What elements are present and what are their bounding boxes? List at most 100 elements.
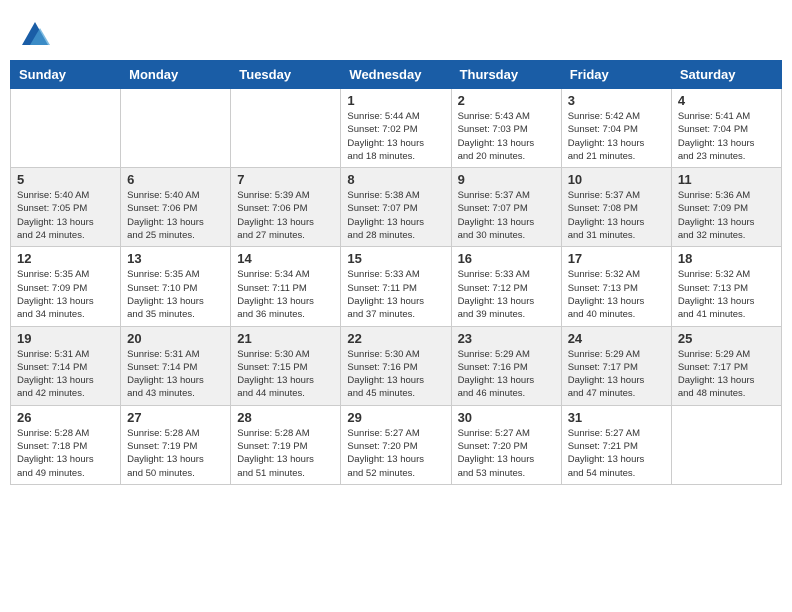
day-number: 16 — [458, 251, 555, 266]
day-number: 8 — [347, 172, 444, 187]
day-number: 27 — [127, 410, 224, 425]
day-number: 5 — [17, 172, 114, 187]
calendar-cell: 15Sunrise: 5:33 AMSunset: 7:11 PMDayligh… — [341, 247, 451, 326]
calendar-cell: 10 Sunrise: 5:37 AMSunset: 7:08 PMDayligh… — [561, 168, 671, 247]
day-number: 28 — [237, 410, 334, 425]
calendar-week-row: 5 Sunrise: 5:40 AMSunset: 7:05 PMDaylight… — [11, 168, 782, 247]
day-info: Sunrise: 5:32 AMSunset: 7:13 PMDaylight:… — [568, 268, 665, 321]
day-number: 12 — [17, 251, 114, 266]
day-info: Sunrise: 5:39 AMSunset: 7:06 PMDaylight:… — [237, 189, 334, 242]
day-info: Sunrise: 5:34 AMSunset: 7:11 PMDaylight:… — [237, 268, 334, 321]
day-info: Sunrise: 5:30 AMSunset: 7:15 PMDaylight:… — [237, 348, 334, 401]
day-number: 30 — [458, 410, 555, 425]
calendar-cell: 21 Sunrise: 5:30 AMSunset: 7:15 PMDayligh… — [231, 326, 341, 405]
day-info: Sunrise: 5:38 AMSunset: 7:07 PMDaylight:… — [347, 189, 444, 242]
calendar-cell: 8 Sunrise: 5:38 AMSunset: 7:07 PMDaylight… — [341, 168, 451, 247]
day-number: 22 — [347, 331, 444, 346]
day-info: Sunrise: 5:28 AMSunset: 7:19 PMDaylight:… — [237, 427, 334, 480]
calendar-cell: 28 Sunrise: 5:28 AMSunset: 7:19 PMDayligh… — [231, 405, 341, 484]
page-header — [10, 10, 782, 55]
calendar-cell: 11Sunrise: 5:36 AMSunset: 7:09 PMDayligh… — [671, 168, 781, 247]
weekday-header: Sunday — [11, 61, 121, 89]
logo-icon — [20, 20, 50, 50]
calendar-cell: 23 Sunrise: 5:29 AMSunset: 7:16 PMDayligh… — [451, 326, 561, 405]
day-number: 21 — [237, 331, 334, 346]
weekday-header: Wednesday — [341, 61, 451, 89]
calendar-cell: 25 Sunrise: 5:29 AMSunset: 7:17 PMDayligh… — [671, 326, 781, 405]
day-info: Sunrise: 5:28 AMSunset: 7:18 PMDaylight:… — [17, 427, 114, 480]
calendar-cell — [121, 89, 231, 168]
day-info: Sunrise: 5:35 AMSunset: 7:10 PMDaylight:… — [127, 268, 224, 321]
day-number: 10 — [568, 172, 665, 187]
calendar-cell: 24 Sunrise: 5:29 AMSunset: 7:17 PMDayligh… — [561, 326, 671, 405]
calendar-cell — [11, 89, 121, 168]
calendar-cell: 4 Sunrise: 5:41 AMSunset: 7:04 PMDaylight… — [671, 89, 781, 168]
day-number: 14 — [237, 251, 334, 266]
day-info: Sunrise: 5:30 AMSunset: 7:16 PMDaylight:… — [347, 348, 444, 401]
calendar-cell: 1Sunrise: 5:44 AMSunset: 7:02 PMDaylight… — [341, 89, 451, 168]
day-number: 9 — [458, 172, 555, 187]
day-number: 25 — [678, 331, 775, 346]
calendar-cell: 6 Sunrise: 5:40 AMSunset: 7:06 PMDaylight… — [121, 168, 231, 247]
calendar-header-row: SundayMondayTuesdayWednesdayThursdayFrid… — [11, 61, 782, 89]
calendar-cell: 22 Sunrise: 5:30 AMSunset: 7:16 PMDayligh… — [341, 326, 451, 405]
day-info: Sunrise: 5:37 AMSunset: 7:07 PMDaylight:… — [458, 189, 555, 242]
day-info: Sunrise: 5:36 AMSunset: 7:09 PMDaylight:… — [678, 189, 775, 242]
day-info: Sunrise: 5:41 AMSunset: 7:04 PMDaylight:… — [678, 110, 775, 163]
calendar-cell: 7 Sunrise: 5:39 AMSunset: 7:06 PMDaylight… — [231, 168, 341, 247]
day-info: Sunrise: 5:37 AMSunset: 7:08 PMDaylight:… — [568, 189, 665, 242]
calendar-cell: 29 Sunrise: 5:27 AMSunset: 7:20 PMDayligh… — [341, 405, 451, 484]
calendar-cell: 12 Sunrise: 5:35 AMSunset: 7:09 PMDayligh… — [11, 247, 121, 326]
calendar-cell: 26 Sunrise: 5:28 AMSunset: 7:18 PMDayligh… — [11, 405, 121, 484]
calendar-cell: 9 Sunrise: 5:37 AMSunset: 7:07 PMDaylight… — [451, 168, 561, 247]
day-number: 19 — [17, 331, 114, 346]
day-info: Sunrise: 5:33 AMSunset: 7:12 PMDaylight:… — [458, 268, 555, 321]
day-number: 7 — [237, 172, 334, 187]
day-info: Sunrise: 5:29 AMSunset: 7:16 PMDaylight:… — [458, 348, 555, 401]
calendar-table: SundayMondayTuesdayWednesdayThursdayFrid… — [10, 60, 782, 485]
weekday-header: Tuesday — [231, 61, 341, 89]
day-info: Sunrise: 5:40 AMSunset: 7:05 PMDaylight:… — [17, 189, 114, 242]
day-number: 24 — [568, 331, 665, 346]
calendar-cell: 19 Sunrise: 5:31 AMSunset: 7:14 PMDayligh… — [11, 326, 121, 405]
calendar-cell: 5 Sunrise: 5:40 AMSunset: 7:05 PMDaylight… — [11, 168, 121, 247]
calendar-week-row: 12 Sunrise: 5:35 AMSunset: 7:09 PMDayligh… — [11, 247, 782, 326]
calendar-cell: 20Sunrise: 5:31 AMSunset: 7:14 PMDayligh… — [121, 326, 231, 405]
calendar-cell — [231, 89, 341, 168]
day-info: Sunrise: 5:40 AMSunset: 7:06 PMDaylight:… — [127, 189, 224, 242]
day-info: Sunrise: 5:35 AMSunset: 7:09 PMDaylight:… — [17, 268, 114, 321]
day-number: 6 — [127, 172, 224, 187]
day-number: 17 — [568, 251, 665, 266]
calendar-cell: 31Sunrise: 5:27 AMSunset: 7:21 PMDayligh… — [561, 405, 671, 484]
day-number: 20 — [127, 331, 224, 346]
day-number: 31 — [568, 410, 665, 425]
calendar-cell — [671, 405, 781, 484]
day-info: Sunrise: 5:33 AMSunset: 7:11 PMDaylight:… — [347, 268, 444, 321]
day-number: 2 — [458, 93, 555, 108]
calendar-cell: 2 Sunrise: 5:43 AMSunset: 7:03 PMDaylight… — [451, 89, 561, 168]
calendar-week-row: 19 Sunrise: 5:31 AMSunset: 7:14 PMDayligh… — [11, 326, 782, 405]
calendar-cell: 13Sunrise: 5:35 AMSunset: 7:10 PMDayligh… — [121, 247, 231, 326]
day-info: Sunrise: 5:43 AMSunset: 7:03 PMDaylight:… — [458, 110, 555, 163]
day-number: 26 — [17, 410, 114, 425]
calendar-cell: 30 Sunrise: 5:27 AMSunset: 7:20 PMDayligh… — [451, 405, 561, 484]
day-info: Sunrise: 5:31 AMSunset: 7:14 PMDaylight:… — [17, 348, 114, 401]
weekday-header: Saturday — [671, 61, 781, 89]
logo — [20, 20, 54, 50]
calendar-cell: 14 Sunrise: 5:34 AMSunset: 7:11 PMDayligh… — [231, 247, 341, 326]
day-number: 4 — [678, 93, 775, 108]
day-number: 1 — [347, 93, 444, 108]
day-info: Sunrise: 5:29 AMSunset: 7:17 PMDaylight:… — [568, 348, 665, 401]
day-info: Sunrise: 5:27 AMSunset: 7:20 PMDaylight:… — [458, 427, 555, 480]
calendar-cell: 16 Sunrise: 5:33 AMSunset: 7:12 PMDayligh… — [451, 247, 561, 326]
calendar-cell: 18Sunrise: 5:32 AMSunset: 7:13 PMDayligh… — [671, 247, 781, 326]
calendar-week-row: 1Sunrise: 5:44 AMSunset: 7:02 PMDaylight… — [11, 89, 782, 168]
day-number: 23 — [458, 331, 555, 346]
day-info: Sunrise: 5:27 AMSunset: 7:20 PMDaylight:… — [347, 427, 444, 480]
day-info: Sunrise: 5:29 AMSunset: 7:17 PMDaylight:… — [678, 348, 775, 401]
calendar-week-row: 26 Sunrise: 5:28 AMSunset: 7:18 PMDayligh… — [11, 405, 782, 484]
day-info: Sunrise: 5:32 AMSunset: 7:13 PMDaylight:… — [678, 268, 775, 321]
calendar-cell: 27Sunrise: 5:28 AMSunset: 7:19 PMDayligh… — [121, 405, 231, 484]
day-number: 29 — [347, 410, 444, 425]
weekday-header: Monday — [121, 61, 231, 89]
